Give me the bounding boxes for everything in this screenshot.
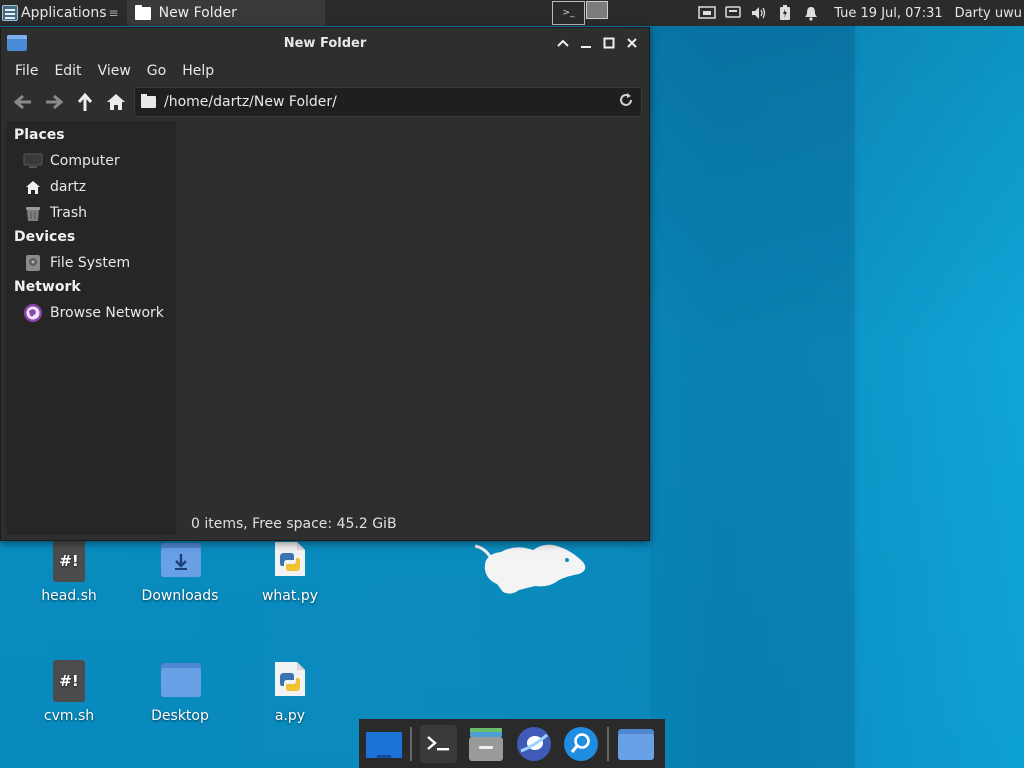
drive-icon	[23, 254, 43, 272]
status-bar: 0 items, Free space: 45.2 GiB	[176, 512, 646, 536]
desktop-icon-label: what.py	[261, 588, 318, 604]
file-manager-window: New Folder File Edit View Go Help /home/…	[0, 27, 650, 541]
python-file-icon	[270, 660, 310, 702]
battery-icon[interactable]	[776, 5, 794, 21]
sidebar-item-trash[interactable]: Trash	[6, 200, 176, 226]
toolbar	[1, 83, 649, 120]
dock	[359, 719, 665, 768]
menu-file[interactable]: File	[7, 63, 46, 79]
applications-menu-button[interactable]: Applications ≡	[0, 0, 123, 26]
terminal-icon[interactable]	[419, 724, 458, 763]
menu-help[interactable]: Help	[174, 63, 222, 79]
sidebar-item-label: File System	[50, 255, 131, 271]
sidebar: Places Computer dartz Trash Devices File…	[6, 121, 176, 535]
trash-icon	[23, 204, 43, 222]
sidebar-heading-devices: Devices	[14, 229, 76, 245]
back-button[interactable]	[9, 88, 37, 116]
sidebar-item-label: Trash	[50, 205, 87, 221]
show-desktop-icon[interactable]	[365, 725, 403, 763]
minimize-button[interactable]	[574, 34, 597, 52]
sidebar-item-label: Computer	[50, 153, 120, 169]
sidebar-item-computer[interactable]: Computer	[6, 148, 176, 174]
sidebar-item-browse-network[interactable]: Browse Network	[6, 300, 176, 326]
system-tray: Tue 19 Jul, 07:31 Darty uwu	[686, 0, 1024, 26]
menu-go[interactable]: Go	[139, 63, 174, 79]
sidebar-item-label: dartz	[50, 179, 87, 195]
menu-glyph-icon: ≡	[108, 6, 119, 20]
wallpaper-stripe	[650, 0, 855, 768]
taskbar-window-button[interactable]: New Folder	[126, 0, 325, 26]
sidebar-item-dartz[interactable]: dartz	[6, 174, 176, 200]
folder-icon	[141, 94, 156, 108]
home-folder-icon[interactable]	[617, 725, 655, 763]
script-file-icon: #!	[53, 540, 85, 582]
home-button[interactable]	[102, 88, 130, 116]
sidebar-item-file-system[interactable]: File System	[6, 250, 176, 276]
desktop-icon-downloads[interactable]: Downloads	[135, 540, 225, 604]
menu-edit[interactable]: Edit	[46, 63, 89, 79]
folder-icon	[134, 4, 151, 20]
volume-icon[interactable]	[750, 5, 768, 21]
location-bar[interactable]	[134, 87, 642, 117]
wallpaper-stripe	[855, 0, 1024, 768]
desktop-icon-label: cvm.sh	[43, 708, 95, 724]
app-finder-icon[interactable]	[563, 725, 600, 763]
shade-button[interactable]	[551, 34, 574, 52]
desktop-icon-head-sh[interactable]: #! head.sh	[24, 540, 114, 604]
sidebar-heading-places: Places	[14, 127, 65, 143]
downloads-folder-icon	[160, 540, 201, 582]
network-status-icon[interactable]	[698, 5, 716, 21]
web-browser-icon[interactable]	[515, 725, 552, 763]
sidebar-heading-network: Network	[14, 279, 81, 295]
script-file-icon: #!	[53, 660, 85, 702]
network-icon	[23, 304, 43, 322]
menu-view[interactable]: View	[90, 63, 139, 79]
desktop-icon-label: Downloads	[141, 588, 219, 604]
notifications-icon[interactable]	[802, 5, 820, 21]
dock-separator	[607, 726, 610, 761]
location-input[interactable]	[164, 94, 615, 110]
file-manager-icon[interactable]	[467, 725, 505, 763]
desktop-icon-what-py[interactable]: what.py	[245, 540, 335, 604]
xfce-mouse-logo	[474, 540, 590, 598]
content-area: Places Computer dartz Trash Devices File…	[6, 121, 646, 535]
dock-separator	[410, 726, 412, 761]
desktop-icon-label: Desktop	[151, 708, 209, 724]
desktop-icon-label: a.py	[274, 708, 306, 724]
workspace-2[interactable]	[586, 1, 608, 19]
python-file-icon	[270, 540, 310, 582]
reload-icon[interactable]	[615, 92, 637, 112]
top-panel: Applications ≡ New Folder >_ Tue 19 Jul,…	[0, 0, 1024, 26]
sidebar-item-label: Browse Network	[50, 305, 164, 321]
window-controls	[551, 34, 643, 52]
desktop-icon-a-py[interactable]: a.py	[245, 660, 335, 724]
workspace-1-label: >_	[562, 8, 575, 18]
window-titlebar[interactable]: New Folder	[1, 28, 649, 58]
desktop-icon-desktop[interactable]: Desktop	[135, 660, 225, 724]
taskbar-window-title: New Folder	[158, 5, 237, 21]
up-button[interactable]	[71, 88, 99, 116]
folder-icon	[160, 660, 201, 702]
menu-bar: File Edit View Go Help	[1, 58, 649, 83]
clock[interactable]: Tue 19 Jul, 07:31	[834, 6, 942, 21]
display-icon[interactable]	[724, 5, 742, 21]
home-icon	[23, 178, 43, 196]
computer-icon	[23, 152, 43, 170]
file-list-pane[interactable]	[176, 121, 646, 512]
desktop-icon-cvm-sh[interactable]: #! cvm.sh	[24, 660, 114, 724]
user-menu[interactable]: Darty uwu	[955, 6, 1024, 21]
workspace-switcher[interactable]: >_	[552, 1, 608, 25]
forward-button[interactable]	[40, 88, 68, 116]
maximize-button[interactable]	[597, 34, 620, 52]
close-button[interactable]	[620, 34, 643, 52]
applications-label: Applications	[21, 5, 107, 21]
applications-icon	[2, 5, 18, 21]
workspace-1[interactable]: >_	[552, 1, 585, 25]
desktop-icon-label: head.sh	[41, 588, 97, 604]
